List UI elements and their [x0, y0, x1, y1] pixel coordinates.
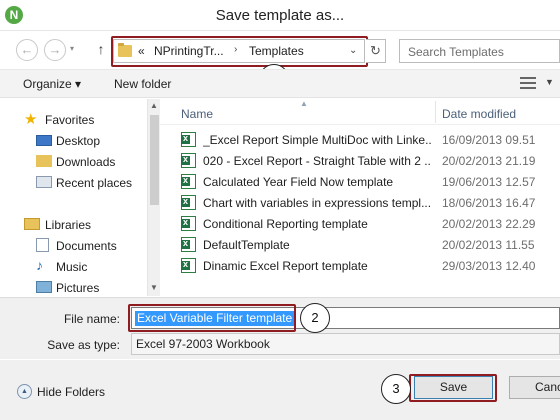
file-list: ▲ Name Date modified _Excel Report Simpl… — [160, 99, 560, 296]
column-divider[interactable] — [435, 101, 436, 123]
view-options-dropdown-icon[interactable]: ▼ — [545, 77, 554, 87]
scroll-down-icon[interactable]: ▼ — [150, 283, 158, 292]
file-name-cell: DefaultTemplate — [203, 238, 290, 252]
hide-folders-label: Hide Folders — [37, 385, 106, 399]
address-highlight-box — [111, 36, 368, 67]
file-name-label: File name: — [63, 312, 120, 326]
file-date-cell: 16/09/2013 09.51 — [442, 133, 536, 147]
chevron-up-icon: ▲ — [17, 384, 32, 399]
table-row[interactable]: Calculated Year Field Now template 19/06… — [160, 171, 560, 192]
table-row[interactable]: Conditional Reporting template 20/02/201… — [160, 213, 560, 234]
file-date-cell: 20/02/2013 21.19 — [442, 154, 536, 168]
pictures-icon — [36, 281, 52, 293]
excel-file-icon — [181, 195, 196, 210]
excel-file-icon — [181, 216, 196, 231]
forward-button[interactable]: → — [44, 39, 66, 61]
toolbar: Organize ▾ New folder ▼ — [0, 69, 560, 98]
sidebar-recent-places-label: Recent places — [56, 176, 133, 190]
cancel-button[interactable]: Canc — [509, 376, 560, 399]
excel-file-icon — [181, 237, 196, 252]
file-name-highlight-box — [128, 304, 296, 332]
file-name-cell: 020 - Excel Report - Straight Table with… — [203, 154, 431, 168]
sidebar-desktop-label: Desktop — [56, 134, 101, 148]
table-row[interactable]: DefaultTemplate 20/02/2013 11.55 — [160, 234, 560, 255]
star-icon: ★ — [24, 111, 38, 128]
sidebar-item-pictures[interactable]: Pictures — [0, 278, 148, 296]
navigation-pane-scrollbar[interactable]: ▲ ▼ — [147, 99, 160, 296]
recent-locations-chevron-icon[interactable]: ▾ — [70, 44, 74, 53]
column-date-header[interactable]: Date modified — [442, 107, 516, 121]
navigation-pane: ★ Favorites Desktop Downloads Recent pla… — [0, 99, 160, 296]
file-date-cell: 18/06/2013 16.47 — [442, 196, 536, 210]
libraries-icon — [24, 218, 40, 230]
callout-3: 3 — [381, 374, 411, 404]
file-date-cell: 19/06/2013 12.57 — [442, 175, 536, 189]
organize-button[interactable]: Organize ▾ — [23, 77, 81, 91]
sidebar-pictures-label: Pictures — [56, 281, 100, 295]
table-row[interactable]: 020 - Excel Report - Straight Table with… — [160, 150, 560, 171]
sidebar-item-recent-places[interactable]: Recent places — [0, 173, 148, 193]
file-name-cell: Conditional Reporting template — [203, 217, 368, 231]
sidebar-item-downloads[interactable]: Downloads — [0, 152, 148, 172]
sort-ascending-icon: ▲ — [300, 99, 308, 108]
documents-icon — [36, 238, 49, 252]
refresh-button[interactable]: ↻ — [366, 39, 386, 63]
save-as-type-select[interactable]: Excel 97-2003 Workbook — [131, 333, 560, 355]
column-name-header[interactable]: Name — [181, 107, 213, 121]
excel-file-icon — [181, 132, 196, 147]
file-name-cell: _Excel Report Simple MultiDoc with Linke… — [203, 133, 431, 147]
callout-2: 2 — [300, 303, 330, 333]
scrollbar-thumb[interactable] — [150, 115, 159, 205]
up-one-level-button[interactable]: ↑ — [93, 40, 109, 58]
sidebar-downloads-label: Downloads — [56, 155, 116, 169]
save-as-type-label: Save as type: — [47, 338, 120, 352]
excel-file-icon — [181, 258, 196, 273]
sidebar-item-desktop[interactable]: Desktop — [0, 131, 148, 151]
sidebar-music-label: Music — [56, 260, 88, 274]
file-name-cell: Dinamic Excel Report template — [203, 259, 368, 273]
navigation-bar: ← → ▾ ↑ « NPrintingTr... › Templates ⌄ ↻… — [0, 31, 560, 67]
scroll-up-icon[interactable]: ▲ — [150, 101, 158, 110]
back-button[interactable]: ← — [16, 39, 38, 61]
save-fields-panel: File name: Excel Variable Filter templat… — [0, 297, 560, 359]
file-date-cell: 20/02/2013 22.29 — [442, 217, 536, 231]
desktop-icon — [36, 135, 52, 146]
sidebar-item-libraries[interactable]: Libraries — [0, 215, 148, 235]
new-folder-button[interactable]: New folder — [114, 77, 171, 91]
sidebar-documents-label: Documents — [56, 239, 117, 253]
file-list-header: ▲ Name Date modified — [160, 99, 560, 125]
table-row[interactable]: Chart with variables in expressions temp… — [160, 192, 560, 213]
sidebar-favorites-label: Favorites — [45, 113, 95, 127]
title-bar: N Save template as... — [0, 0, 560, 31]
file-name-cell: Chart with variables in expressions temp… — [203, 196, 431, 210]
table-row[interactable]: Dinamic Excel Report template 29/03/2013… — [160, 255, 560, 276]
sidebar-item-documents[interactable]: Documents — [0, 236, 148, 256]
music-icon: ♪ — [36, 257, 43, 273]
search-input[interactable]: Search Templates — [399, 39, 560, 63]
sidebar-libraries-label: Libraries — [45, 218, 92, 232]
view-options-icon[interactable] — [520, 77, 536, 89]
file-date-cell: 20/02/2013 11.55 — [442, 238, 535, 252]
file-name-cell: Calculated Year Field Now template — [203, 175, 394, 189]
excel-file-icon — [181, 153, 196, 168]
save-highlight-box — [409, 374, 497, 402]
recent-places-icon — [36, 176, 52, 188]
excel-file-icon — [181, 174, 196, 189]
downloads-folder-icon — [36, 155, 52, 167]
dialog-footer: ▲ Hide Folders Save Canc — [0, 360, 560, 420]
table-row[interactable]: _Excel Report Simple MultiDoc with Linke… — [160, 129, 560, 150]
sidebar-item-favorites[interactable]: ★ Favorites — [0, 110, 148, 130]
sidebar-item-music[interactable]: ♪ Music — [0, 257, 148, 277]
file-date-cell: 29/03/2013 12.40 — [442, 259, 536, 273]
dialog-title: Save template as... — [215, 7, 345, 24]
